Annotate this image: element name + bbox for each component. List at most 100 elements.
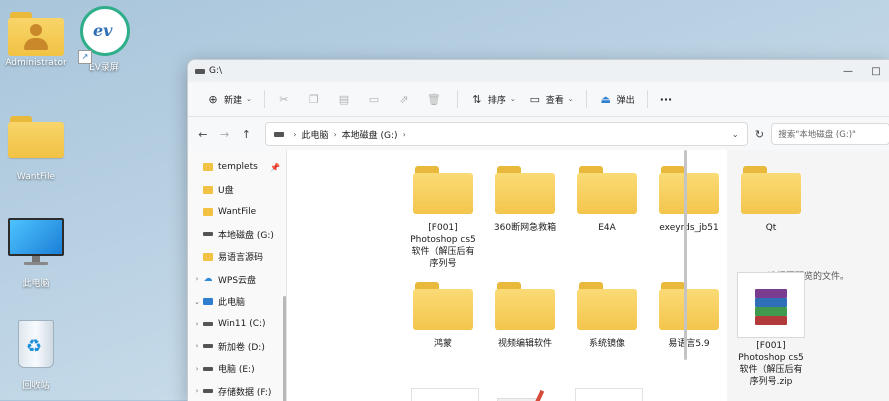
minimize-button[interactable]: — — [834, 60, 862, 82]
folder-icon — [203, 185, 213, 194]
window-title: G:\ — [209, 66, 223, 76]
breadcrumb-drive-g[interactable]: 本地磁盘 (G:) — [342, 128, 398, 141]
sidebar-item-label: 新加卷 (D:) — [218, 342, 265, 353]
copy-button[interactable]: ❐ — [301, 88, 331, 110]
chevron-right-icon[interactable]: › — [192, 320, 202, 328]
eject-button[interactable]: ⏏ 弹出 — [593, 88, 641, 110]
rename-icon: ▭ — [368, 92, 380, 106]
folder-icon — [8, 114, 64, 158]
chevron-down-icon: ⌄ — [567, 95, 574, 103]
desktop-icon-ev-recorder[interactable]: ev ↗ EV录屏 — [68, 6, 140, 73]
sidebar-item-this-pc[interactable]: ⌄ 此电脑 — [188, 290, 286, 312]
address-bar[interactable]: › 此电脑 › 本地磁盘 (G:) › ⌄ — [265, 122, 748, 146]
file-item[interactable]: Qt — [731, 166, 811, 234]
sidebar-item-wps-cloud[interactable]: › ☁ WPS云盘 — [188, 268, 286, 290]
sidebar-item-yiyuyan-source[interactable]: 易语言源码 — [188, 246, 286, 268]
chevron-right-icon[interactable]: › — [192, 275, 202, 283]
sidebar-item-label: 易语言源码 — [218, 253, 264, 264]
chevron-right-icon: › — [293, 129, 297, 139]
sidebar-item-label: WPS云盘 — [218, 275, 257, 286]
rename-button[interactable]: ▭ — [361, 88, 391, 110]
file-item[interactable]: [F001] Photoshop cs5 软件（解压后有 序列号 — [403, 166, 483, 270]
folder-icon — [741, 166, 801, 214]
file-name: Qt — [765, 223, 777, 233]
file-list-scrollbar[interactable] — [684, 150, 687, 360]
desktop-icon-label: WantFile — [16, 172, 56, 182]
desktop-icon-label: 此电脑 — [22, 279, 50, 289]
more-options-button[interactable]: ··· — [654, 88, 679, 110]
search-input[interactable]: 搜索"本地磁盘 (G:)" — [771, 123, 889, 145]
file-item[interactable]: 视频编辑软件 — [485, 282, 565, 350]
monitor-icon — [8, 218, 64, 266]
divider — [263, 90, 265, 108]
folder-icon — [203, 163, 213, 172]
view-button[interactable]: ▭ 查看 ⌄ — [522, 88, 580, 110]
sidebar-item-label: Win11 (C:) — [218, 318, 266, 329]
chevron-right-icon: › — [333, 129, 337, 139]
desktop-icon-wantfile[interactable]: WantFile — [0, 114, 72, 182]
file-item-partial[interactable] — [575, 388, 643, 401]
new-button[interactable]: ⊕ 新建 ⌄ — [200, 88, 258, 110]
folder-icon — [413, 282, 473, 330]
file-item[interactable]: 易语言5.9 — [649, 282, 729, 350]
sidebar-item-u-disk[interactable]: U盘 — [188, 178, 286, 200]
chevron-down-icon[interactable]: ⌄ — [732, 130, 739, 139]
cut-button[interactable]: ✂ — [271, 88, 301, 110]
drive-icon — [203, 321, 213, 326]
sidebar-item-wantfile[interactable]: WantFile — [188, 201, 286, 223]
drive-icon — [203, 344, 213, 349]
sidebar-item-drive-g[interactable]: 本地磁盘 (G:) — [188, 223, 286, 245]
file-item[interactable]: exeyrds_jb51 — [649, 166, 729, 234]
ev-recorder-icon: ev ↗ — [76, 6, 132, 64]
desktop-icon-label: Administrator — [5, 58, 67, 68]
file-item[interactable]: E4A — [567, 166, 647, 234]
recycle-bin-icon: ♻ — [14, 318, 58, 370]
chevron-right-icon[interactable]: › — [192, 342, 202, 350]
folder-icon — [203, 252, 213, 261]
command-bar: ⊕ 新建 ⌄ ✂ ❐ ▤ ▭ ⇗ 🗑 ⇅ 排序 ⌄ ▭ 查看 ⌄ ⏏ 弹出 ··… — [188, 82, 889, 117]
file-item-zip[interactable] — [737, 272, 805, 338]
eject-icon: ⏏ — [600, 92, 611, 106]
back-button[interactable]: ← — [192, 128, 214, 141]
folder-icon — [659, 166, 719, 214]
sort-button[interactable]: ⇅ 排序 ⌄ — [464, 88, 522, 110]
sidebar-item-drive-c[interactable]: › Win11 (C:) — [188, 313, 286, 335]
chevron-right-icon[interactable]: › — [192, 365, 202, 373]
sidebar-item-label: 电脑 (E:) — [218, 365, 255, 376]
chevron-right-icon[interactable]: › — [192, 387, 202, 395]
desktop-icon-this-pc[interactable]: 此电脑 — [0, 218, 72, 289]
more-icon: ··· — [659, 92, 673, 106]
clipboard-icon: ▤ — [338, 92, 350, 106]
title-bar[interactable]: G:\ — □ — [188, 60, 889, 82]
sidebar-item-drive-e[interactable]: › 电脑 (E:) — [188, 358, 286, 380]
search-placeholder: 搜索"本地磁盘 (G:)" — [778, 130, 856, 140]
trash-icon: 🗑 — [426, 92, 441, 106]
file-item-partial[interactable] — [493, 389, 559, 401]
maximize-button[interactable]: □ — [862, 60, 889, 82]
file-item[interactable]: 360断网急救箱 — [485, 166, 565, 234]
sidebar-item-drive-f[interactable]: › 存储数据 (F:) — [188, 380, 286, 401]
chevron-down-icon: ⌄ — [509, 95, 516, 103]
chevron-down-icon[interactable]: ⌄ — [192, 298, 202, 306]
desktop-icon-administrator[interactable]: Administrator — [0, 10, 72, 68]
file-item-partial[interactable] — [411, 388, 479, 401]
eject-label: 弹出 — [616, 95, 635, 106]
drive-icon — [203, 232, 213, 237]
cloud-icon: ☁ — [203, 274, 213, 285]
sidebar-item-templets[interactable]: templets 📌 — [188, 156, 286, 178]
delete-button[interactable]: 🗑 — [421, 88, 451, 110]
sidebar-scrollbar[interactable] — [283, 296, 286, 401]
navigation-pane: templets 📌 U盘 WantFile 本地磁盘 (G:) 易语言源码 ›… — [188, 150, 287, 401]
breadcrumb-this-pc[interactable]: 此电脑 — [301, 128, 328, 141]
file-item[interactable]: 鸿蒙 — [403, 282, 483, 350]
chevron-right-icon: › — [402, 129, 406, 139]
sidebar-item-drive-d[interactable]: › 新加卷 (D:) — [188, 335, 286, 357]
paste-button[interactable]: ▤ — [331, 88, 361, 110]
share-button[interactable]: ⇗ — [391, 88, 421, 110]
file-item[interactable]: 系统镜像 — [567, 282, 647, 350]
forward-button[interactable]: → — [214, 128, 236, 141]
up-button[interactable]: ↑ — [236, 128, 258, 141]
desktop-icon-recycle-bin[interactable]: ♻ 回收站 — [0, 318, 72, 391]
refresh-button[interactable]: ↻ — [748, 128, 772, 141]
folder-icon — [495, 282, 555, 330]
